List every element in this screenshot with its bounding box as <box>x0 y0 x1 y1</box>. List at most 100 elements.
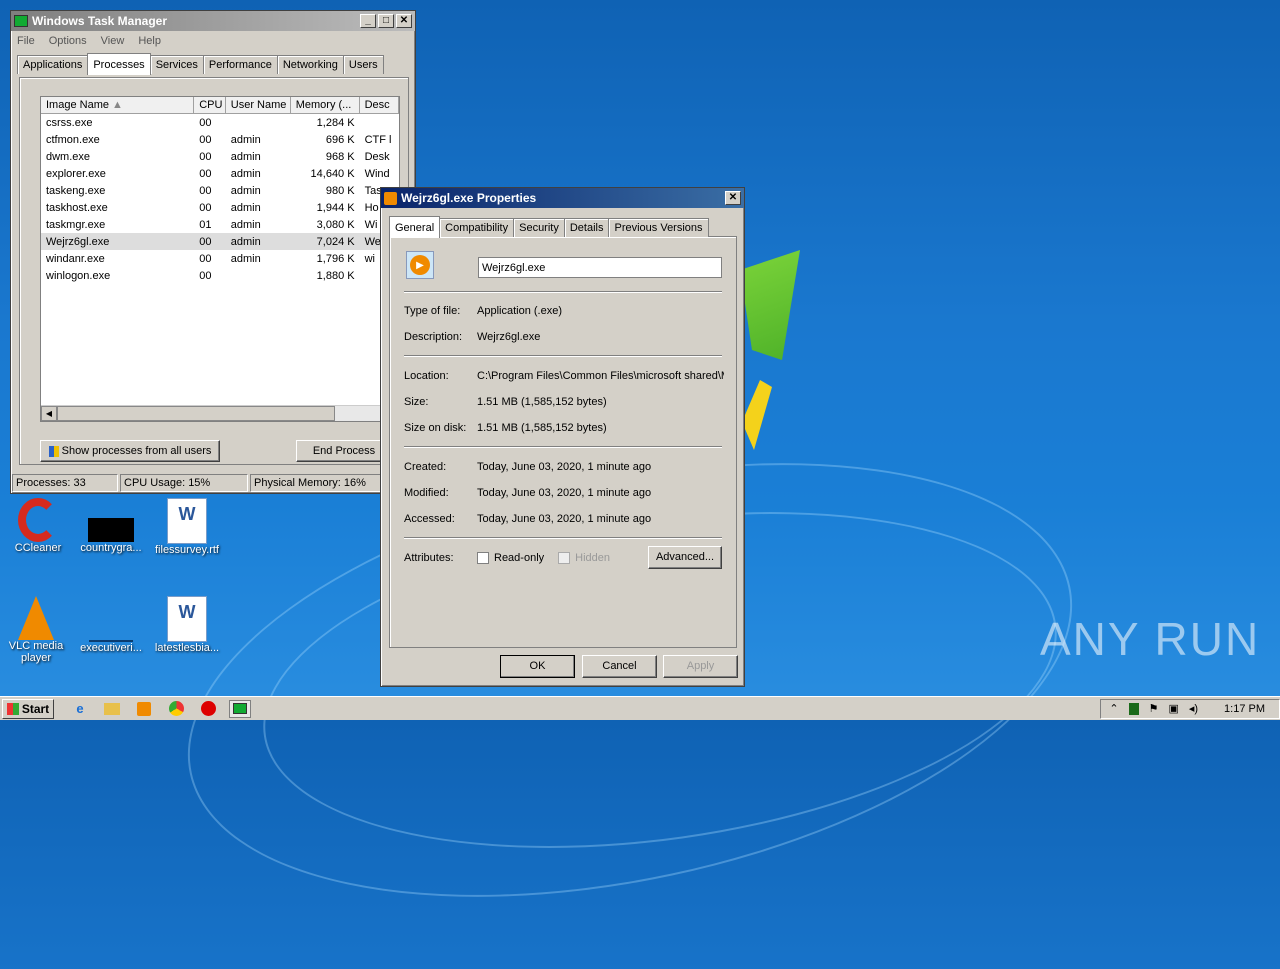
cell-cpu: 00 <box>199 133 212 146</box>
file-icon <box>88 518 134 542</box>
cell-cpu: 00 <box>199 167 212 180</box>
cell-cpu: 00 <box>199 201 212 214</box>
desktop-icon-countrygra[interactable]: countrygra... <box>76 498 146 554</box>
column-user-name[interactable]: User Name <box>226 97 291 113</box>
ok-button[interactable]: OK <box>500 655 575 678</box>
cell-user: admin <box>230 218 261 231</box>
anyrun-watermark: ANY RUN <box>1040 613 1261 665</box>
column-description[interactable]: Desc <box>360 97 399 113</box>
type-value: Application (.exe) <box>477 305 562 317</box>
tab-networking[interactable]: Networking <box>276 55 344 74</box>
clock[interactable]: 1:17 PM <box>1224 703 1265 715</box>
table-row[interactable]: winlogon.exe 00 1,880 K <box>41 267 399 284</box>
cell-cpu: 00 <box>199 252 212 265</box>
readonly-label: Read-only <box>494 552 545 564</box>
size-on-disk-value: 1.51 MB (1,585,152 bytes) <box>477 422 607 434</box>
desktop-icon-executiveri[interactable]: executiveri... <box>76 596 146 654</box>
end-process-button[interactable]: End Process <box>296 440 392 462</box>
created-label: Created: <box>404 461 447 473</box>
close-button[interactable]: ✕ <box>725 191 741 205</box>
tab-compatibility[interactable]: Compatibility <box>439 218 515 237</box>
desktop-icon-ccleaner[interactable]: CCleaner <box>8 498 68 554</box>
internet-explorer-icon[interactable]: e <box>69 700 91 718</box>
minimize-button[interactable]: _ <box>360 14 376 28</box>
vlc-icon <box>18 596 54 640</box>
processes-pane: Image Name ▲ CPU User Name Memory (... D… <box>19 77 409 465</box>
tray-app-icon[interactable] <box>1128 702 1139 715</box>
modified-value: Today, June 03, 2020, 1 minute ago <box>477 487 652 499</box>
desktop-icon-label: VLC media player <box>8 640 64 664</box>
opera-icon[interactable] <box>197 700 219 718</box>
window-title: Windows Task Manager <box>32 14 168 28</box>
menu-file[interactable]: File <box>17 35 35 47</box>
menu-help[interactable]: Help <box>138 35 161 47</box>
cell-desc: Wind <box>364 167 390 180</box>
task-manager-taskbar-icon[interactable] <box>229 699 251 718</box>
column-cpu[interactable]: CPU <box>194 97 226 113</box>
tab-previous-versions[interactable]: Previous Versions <box>608 218 709 237</box>
table-row[interactable]: csrss.exe 00 1,284 K <box>41 114 399 131</box>
desktop-icon-vlc[interactable]: VLC media player <box>6 596 66 664</box>
table-row[interactable]: taskeng.exe 00 admin 980 K Tas <box>41 182 399 199</box>
scroll-thumb[interactable] <box>57 406 335 421</box>
show-hidden-icons-icon[interactable]: ⌃ <box>1109 702 1118 715</box>
file-type-icon: ▶ <box>406 251 434 279</box>
tab-security[interactable]: Security <box>513 218 565 237</box>
created-value: Today, June 03, 2020, 1 minute ago <box>477 461 652 473</box>
menu-options[interactable]: Options <box>49 35 87 47</box>
cell-mem: 696 K <box>325 133 355 146</box>
cancel-button[interactable]: Cancel <box>582 655 657 678</box>
cell-cpu: 00 <box>199 269 212 282</box>
task-manager-titlebar[interactable]: Windows Task Manager _ □ ✕ <box>11 11 415 31</box>
menu-view[interactable]: View <box>101 35 125 47</box>
scroll-left-button[interactable]: ◀ <box>41 406 57 421</box>
desktop-icon-latestlesbia[interactable]: W latestlesbia... <box>150 596 224 654</box>
hidden-checkbox[interactable] <box>558 552 571 564</box>
network-icon[interactable]: ▣ <box>1168 702 1178 715</box>
desktop-icon-filessurvey[interactable]: W filessurvey.rtf <box>150 498 224 556</box>
start-button[interactable]: Start <box>2 698 54 719</box>
advanced-button[interactable]: Advanced... <box>648 546 722 569</box>
table-row[interactable]: explorer.exe 00 admin 14,640 K Wind <box>41 165 399 182</box>
table-row[interactable]: taskmgr.exe 01 admin 3,080 K Wi <box>41 216 399 233</box>
cell-cpu: 01 <box>199 218 212 231</box>
table-row[interactable]: windanr.exe 00 admin 1,796 Kwi <box>41 250 399 267</box>
tab-details[interactable]: Details <box>563 218 610 237</box>
properties-titlebar[interactable]: Wejrz6gl.exe Properties ✕ <box>381 188 744 208</box>
column-image-name[interactable]: Image Name ▲ <box>41 97 195 113</box>
location-label: Location: <box>404 370 449 382</box>
windows-logo-decoration-yellow <box>742 380 772 450</box>
cell-mem: 1,944 K <box>316 201 355 214</box>
folder-icon[interactable] <box>101 700 123 718</box>
show-all-processes-button[interactable]: Show processes from all users <box>40 440 220 462</box>
readonly-checkbox[interactable] <box>477 552 489 564</box>
cell-name: Wejrz6gl.exe <box>46 235 110 248</box>
table-row[interactable]: dwm.exe 00 admin 968 K Desk <box>41 148 399 165</box>
column-memory[interactable]: Memory (... <box>291 97 360 113</box>
cell-mem: 968 K <box>325 150 355 163</box>
action-center-flag-icon[interactable]: ⚑ <box>1149 702 1159 715</box>
close-button[interactable]: ✕ <box>396 14 412 28</box>
status-cpu: CPU Usage: 15% <box>120 474 248 492</box>
chrome-icon[interactable] <box>165 700 187 718</box>
word-document-icon: W <box>167 596 207 642</box>
cell-name: taskhost.exe <box>46 201 108 214</box>
volume-icon[interactable]: ◂) <box>1189 702 1198 715</box>
media-player-icon[interactable] <box>133 700 155 718</box>
filename-field[interactable] <box>478 257 722 278</box>
desktop-icon-label: countrygra... <box>80 542 142 554</box>
apply-button[interactable]: Apply <box>663 655 738 678</box>
tab-applications[interactable]: Applications <box>17 55 89 74</box>
cell-cpu: 00 <box>199 235 212 248</box>
table-row[interactable]: ctfmon.exe 00 admin 696 K CTF l <box>41 131 399 148</box>
tab-processes[interactable]: Processes <box>87 53 151 75</box>
table-row[interactable]: Wejrz6gl.exe 00 admin 7,024 K We <box>41 233 399 250</box>
tab-services[interactable]: Services <box>149 55 204 74</box>
taskbar: Start e ⌃ ⚑ ▣ ◂) 1:17 PM <box>0 696 1280 720</box>
table-row[interactable]: taskhost.exe 00 admin 1,944 K Ho <box>41 199 399 216</box>
horizontal-scrollbar[interactable]: ◀ <box>41 405 399 421</box>
tab-performance[interactable]: Performance <box>202 55 278 74</box>
tab-general[interactable]: General <box>389 216 441 238</box>
tab-users[interactable]: Users <box>342 55 384 74</box>
maximize-button[interactable]: □ <box>378 14 394 28</box>
